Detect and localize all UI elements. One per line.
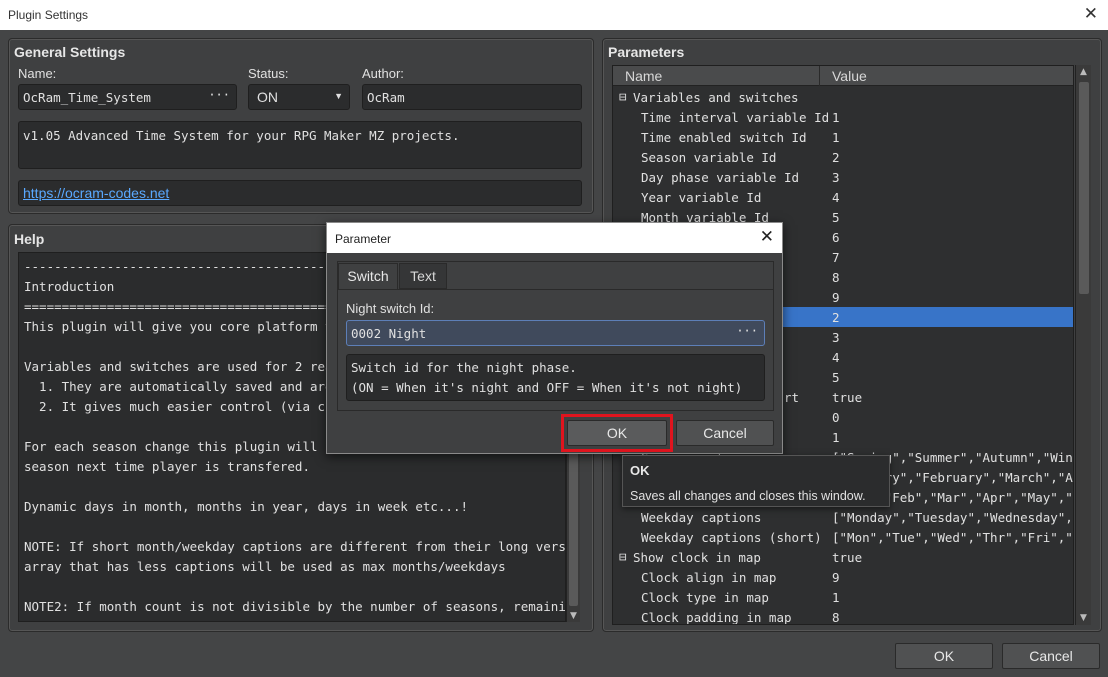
parameter-value: 9 [832,570,840,585]
parameter-name: Clock align in map [641,570,777,585]
dialog-titlebar: Parameter ✕ [327,223,782,253]
name-value: OcRam_Time_System [23,90,151,105]
name-field[interactable]: OcRam_Time_System ··· [18,84,237,110]
parameter-value: 0 [832,410,840,425]
dialog-ok-button[interactable]: OK [567,420,667,446]
footer-cancel-button[interactable]: Cancel [1002,643,1100,669]
parameter-name: Time interval variable Id [641,110,830,125]
parameter-row[interactable]: ⊟ Variables and switches [613,87,1073,107]
author-field[interactable]: OcRam [362,84,582,110]
parameter-name: Clock type in map [641,590,769,605]
author-label: Author: [362,66,404,81]
parameter-value: 1 [832,130,840,145]
dialog-description: Switch id for the night phase. (ON = Whe… [346,354,765,401]
parameter-name: Season variable Id [641,150,777,165]
close-icon[interactable]: ✕ [760,227,774,247]
desc-line-2: (ON = When it's night and OFF = When it'… [351,380,743,395]
parameter-row[interactable]: Clock align in map 9 [613,567,1073,587]
parameter-value: 2 [832,150,840,165]
name-label: Name: [18,66,57,81]
parameters-title: Parameters [608,44,685,60]
collapse-icon[interactable]: ⊟ [619,89,627,104]
parameter-name: Day phase variable Id [641,170,800,185]
scroll-down-icon[interactable]: ▼ [567,611,580,621]
parameter-value: true [832,390,863,405]
parameter-row[interactable]: Time interval variable Id 1 [613,107,1073,127]
parameter-row[interactable]: ⊟ Show clock in map true [613,547,1073,567]
help-title: Help [14,231,45,247]
parameter-value: 6 [832,230,840,245]
parameter-row[interactable]: Year variable Id 4 [613,187,1073,207]
dialog-title: Parameter [335,232,392,246]
window-title: Plugin Settings [8,8,89,22]
status-value: ON [257,89,278,105]
parameter-value: ["Mon","Tue","Wed","Thr","Fri"," [832,530,1073,545]
parameter-row[interactable]: Clock padding in map 8 [613,607,1073,625]
parameter-value: 2 [832,310,840,325]
parameter-value: 8 [832,270,840,285]
status-label: Status: [248,66,289,81]
url-field[interactable]: https://ocram-codes.net [18,180,582,206]
parameter-value: 3 [832,170,840,185]
field-label: Night switch Id: [346,301,435,316]
close-icon[interactable]: ✕ [1084,4,1098,24]
parameter-name: Weekday captions [641,510,762,525]
parameter-row[interactable]: Clock type in map 1 [613,587,1073,607]
parameter-name: Year variable Id [641,190,762,205]
parameter-value: 1 [832,590,840,605]
parameter-value: 4 [832,350,840,365]
parameter-value: true [832,550,863,565]
footer-ok-button[interactable]: OK [895,643,993,669]
parameters-scrollbar[interactable]: ▲ ▼ [1075,65,1091,625]
description-text: v1.05 Advanced Time System for your RPG … [23,128,460,143]
ellipsis-icon[interactable]: ··· [736,324,758,338]
tab-text[interactable]: Text [399,263,447,289]
switch-value: 0002 Night [351,326,427,341]
parameter-row[interactable]: Time enabled switch Id 1 [613,127,1073,147]
parameter-value: 5 [832,210,840,225]
col-name-header[interactable]: Name [625,68,662,84]
parameter-value: 9 [832,290,840,305]
switch-field[interactable]: 0002 Night ··· [346,320,765,346]
parameters-scroll-thumb[interactable] [1079,82,1089,294]
dialog-cancel-button[interactable]: Cancel [676,420,774,446]
tab-switch[interactable]: Switch [338,263,398,290]
ellipsis-icon[interactable]: ··· [208,88,230,102]
status-select[interactable]: ON ▼ [248,84,350,110]
desc-line-1: Switch id for the night phase. [351,360,577,375]
parameter-name: Variables and switches [633,90,799,105]
parameter-value: 8 [832,610,840,625]
parameter-name: Weekday captions (short) [641,530,822,545]
parameter-name: Time enabled switch Id [641,130,807,145]
author-value: OcRam [367,90,405,105]
parameter-row[interactable]: Day phase variable Id 3 [613,167,1073,187]
chevron-down-icon[interactable]: ▼ [334,91,343,101]
ok-tooltip: OK Saves all changes and closes this win… [622,455,890,507]
parameter-row[interactable]: Weekday captions (short) ["Mon","Tue","We… [613,527,1073,547]
parameter-name: Clock padding in map [641,610,792,625]
general-settings-title: General Settings [14,44,126,60]
parameter-row[interactable]: Season variable Id 2 [613,147,1073,167]
parameter-value: 5 [832,370,840,385]
url-link[interactable]: https://ocram-codes.net [23,185,169,201]
parameter-name: Show clock in map [633,550,761,565]
parameters-header: Name Value [613,66,1073,86]
parameter-value: 4 [832,190,840,205]
parameter-row[interactable]: Weekday captions ["Monday","Tuesday","Wed… [613,507,1073,527]
parameter-value: 7 [832,250,840,265]
parameter-value: 1 [832,430,840,445]
tooltip-title: OK [630,463,650,478]
collapse-icon[interactable]: ⊟ [619,549,627,564]
parameter-value: ["Monday","Tuesday","Wednesday", [832,510,1073,525]
description-field[interactable]: v1.05 Advanced Time System for your RPG … [18,121,582,169]
tooltip-text: Saves all changes and closes this window… [630,489,866,503]
scroll-up-icon[interactable]: ▲ [1076,67,1091,77]
scroll-down-icon[interactable]: ▼ [1076,613,1091,623]
parameter-dialog: Parameter ✕ Switch Text Night switch Id:… [326,222,783,454]
parameter-value: 1 [832,110,840,125]
parameter-value: 3 [832,330,840,345]
col-value-header[interactable]: Value [832,68,867,84]
window-titlebar: Plugin Settings ✕ [0,0,1108,30]
